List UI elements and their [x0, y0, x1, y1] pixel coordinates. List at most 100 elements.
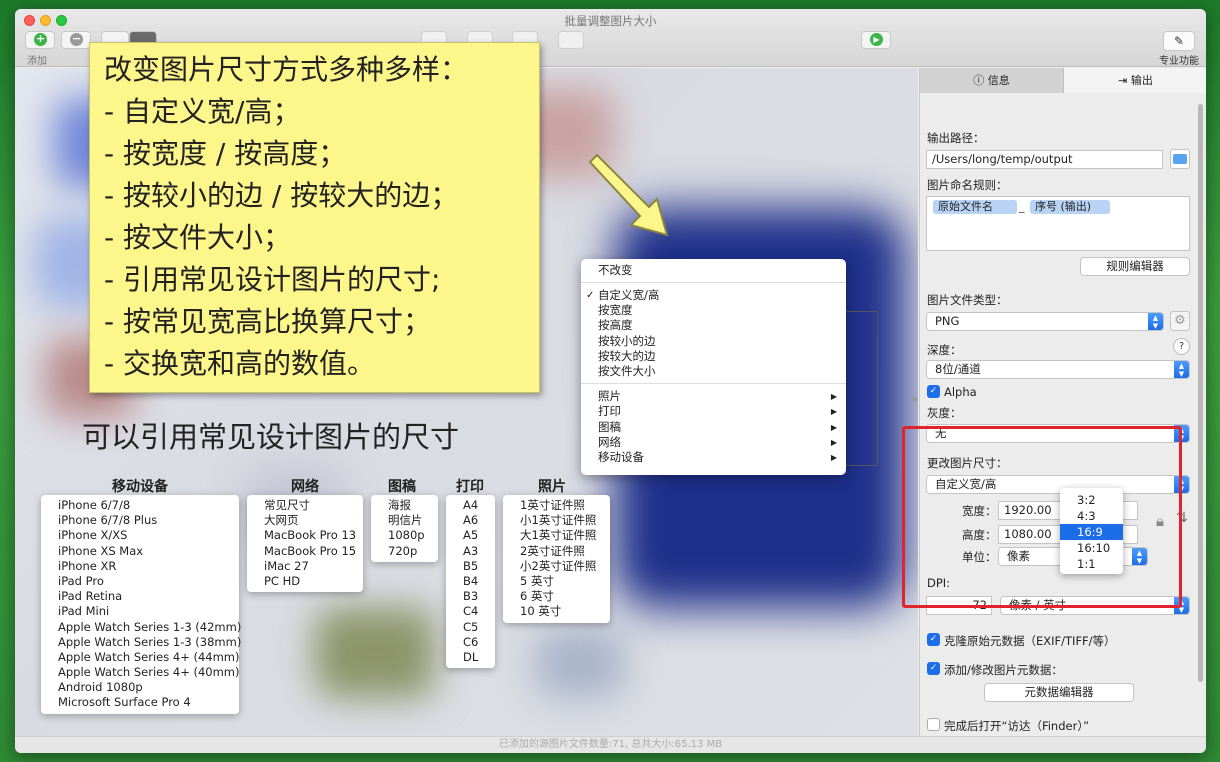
preset-item[interactable]: 小2英寸证件照 — [503, 559, 610, 574]
add-button[interactable]: + — [25, 31, 55, 49]
preset-item[interactable]: iPhone XS Max — [41, 544, 239, 559]
naming-token[interactable]: 原始文件名 — [933, 200, 1017, 214]
preset-item[interactable]: iPhone XR — [41, 559, 239, 574]
ratio-item[interactable]: 1:1 — [1060, 556, 1123, 572]
window-title: 批量调整图片大小 — [564, 14, 657, 28]
tab-output[interactable]: ⇥ 输出 — [1064, 68, 1206, 93]
preset-item[interactable]: iPhone X/XS — [41, 528, 239, 543]
preset-item[interactable]: 大1英寸证件照 — [503, 528, 610, 543]
menu-item-submenu[interactable]: 移动设备 ▶ — [581, 450, 846, 465]
preset-item[interactable]: 明信片 — [371, 513, 438, 528]
menu-item-mode[interactable]: 按较大的边 — [581, 349, 846, 364]
menu-separator — [581, 282, 846, 283]
preset-item[interactable]: Apple Watch Series 1-3 (38mm) — [41, 635, 241, 650]
metadata-editor-button[interactable]: 元数据编辑器 — [984, 683, 1134, 702]
naming-token[interactable]: 序号 (输出) — [1030, 200, 1110, 214]
file-type-label: 图片文件类型： — [927, 293, 1008, 307]
menu-item-submenu[interactable]: 图稿 ▶ — [581, 420, 846, 435]
start-button[interactable]: ▶ — [861, 31, 891, 49]
preset-item[interactable]: 小1英寸证件照 — [503, 513, 610, 528]
menu-item-mode[interactable]: 按文件大小 — [581, 364, 846, 379]
preset-item[interactable]: DL — [446, 650, 495, 665]
tab-output-label: 输出 — [1130, 74, 1153, 87]
preset-item[interactable]: B4 — [446, 574, 495, 589]
ratio-item[interactable]: 4:3 — [1060, 508, 1123, 524]
preset-item[interactable]: 720p — [371, 544, 438, 559]
preset-item[interactable]: A3 — [446, 544, 495, 559]
sticky-note-line: - 按文件大小； — [104, 221, 292, 254]
menu-item-label: 自定义宽/高 — [598, 288, 660, 302]
preset-item[interactable]: Apple Watch Series 4+ (44mm) — [41, 650, 240, 665]
depth-select[interactable]: 8位/通道 ▲ ▼ — [926, 360, 1190, 379]
preset-item[interactable]: A4 — [446, 498, 495, 513]
naming-rule-field[interactable]: 原始文件名 _ 序号 (输出) — [926, 196, 1190, 251]
preset-item[interactable]: C6 — [446, 635, 495, 650]
preset-item[interactable]: iMac 27 — [247, 559, 363, 574]
menu-item-label: 移动设备 — [598, 450, 644, 464]
preset-item[interactable]: iPad Pro — [41, 574, 239, 589]
preset-item[interactable]: iPad Retina — [41, 589, 239, 604]
preset-item[interactable]: A5 — [446, 528, 495, 543]
preset-item[interactable]: PC HD — [247, 574, 363, 589]
menu-item-submenu[interactable]: 照片 ▶ — [581, 389, 846, 404]
preset-category-draft: 图稿 — [388, 479, 416, 495]
toolbar-tool-4-button[interactable] — [558, 31, 584, 49]
preset-item[interactable]: iPad Mini — [41, 604, 239, 619]
preset-item[interactable]: 10 英寸 — [503, 604, 610, 619]
preset-item[interactable]: iPhone 6/7/8 Plus — [41, 513, 239, 528]
pro-features-label: 专业功能 — [1159, 56, 1199, 67]
help-button[interactable]: ? — [1173, 338, 1190, 355]
alpha-checkbox[interactable]: ✓ — [927, 385, 940, 398]
preset-item[interactable]: MacBook Pro 15 — [247, 544, 363, 559]
clone-metadata-label: 克隆原始元数据（EXIF/TIFF/等） — [944, 634, 1116, 648]
menu-item-submenu[interactable]: 网络 ▶ — [581, 435, 846, 450]
preset-item[interactable]: 2英寸证件照 — [503, 544, 610, 559]
preset-item[interactable]: 大网页 — [247, 513, 363, 528]
tab-info[interactable]: ⓘ 信息 — [920, 68, 1064, 93]
file-type-select[interactable]: PNG ▲ ▼ — [926, 312, 1164, 331]
preset-item[interactable]: Apple Watch Series 4+ (40mm) — [41, 665, 240, 680]
remove-button[interactable]: − — [61, 31, 91, 49]
rule-editor-button[interactable]: 规则编辑器 — [1080, 257, 1190, 276]
preset-item[interactable]: 1080p — [371, 528, 438, 543]
preset-item[interactable]: 常见尺寸 — [247, 498, 363, 513]
preset-item[interactable]: Android 1080p — [41, 680, 239, 695]
preset-item[interactable]: Microsoft Surface Pro 4 — [41, 695, 239, 710]
preset-item[interactable]: MacBook Pro 13 — [247, 528, 363, 543]
menu-item-mode[interactable]: 按宽度 — [581, 303, 846, 318]
output-path-field[interactable]: /Users/long/temp/output — [926, 150, 1163, 169]
preset-item[interactable]: A6 — [446, 513, 495, 528]
preset-item[interactable]: B3 — [446, 589, 495, 604]
menu-item-no-change[interactable]: 不改变 — [581, 263, 846, 278]
ratio-item-selected[interactable]: 16:9 — [1060, 524, 1123, 540]
menu-item-submenu[interactable]: 打印 ▶ — [581, 404, 846, 419]
choose-folder-button[interactable] — [1170, 149, 1190, 169]
preset-item[interactable]: Apple Watch Series 1-3 (42mm) — [41, 620, 241, 635]
preset-item[interactable]: 6 英寸 — [503, 589, 610, 604]
menu-item-label: 打印 — [598, 404, 621, 418]
ratio-item[interactable]: 16:10 — [1060, 540, 1123, 556]
sticky-note-line: - 按较小的边 / 按较大的边； — [104, 179, 459, 212]
menu-item-mode[interactable]: ✓ 自定义宽/高 — [581, 288, 846, 303]
pen-icon: ✎ — [1173, 34, 1185, 48]
preset-item[interactable]: 5 英寸 — [503, 574, 610, 589]
clone-metadata-checkbox[interactable]: ✓ — [927, 633, 940, 646]
add-metadata-checkbox[interactable]: ✓ — [927, 662, 940, 675]
preset-item[interactable]: 海报 — [371, 498, 438, 513]
menu-item-mode[interactable]: 按较小的边 — [581, 334, 846, 349]
preset-item[interactable]: 1英寸证件照 — [503, 498, 610, 513]
preset-item[interactable]: C5 — [446, 620, 495, 635]
pro-features-button[interactable]: ✎ — [1163, 31, 1195, 51]
preset-item[interactable]: B5 — [446, 559, 495, 574]
gear-icon[interactable]: ⚙ — [1170, 311, 1190, 331]
panel-scrollbar[interactable] — [1198, 104, 1203, 682]
naming-separator: _ — [1019, 200, 1025, 213]
menu-item-mode[interactable]: 按高度 — [581, 318, 846, 333]
panel-tabs: ⓘ 信息 ⇥ 输出 — [920, 68, 1206, 93]
ratio-item[interactable]: 3:2 — [1060, 492, 1123, 508]
open-finder-checkbox[interactable] — [927, 718, 940, 731]
submenu-arrow-icon: ▶ — [830, 392, 837, 401]
split-handle[interactable] — [912, 397, 917, 402]
preset-item[interactable]: iPhone 6/7/8 — [41, 498, 239, 513]
preset-item[interactable]: C4 — [446, 604, 495, 619]
